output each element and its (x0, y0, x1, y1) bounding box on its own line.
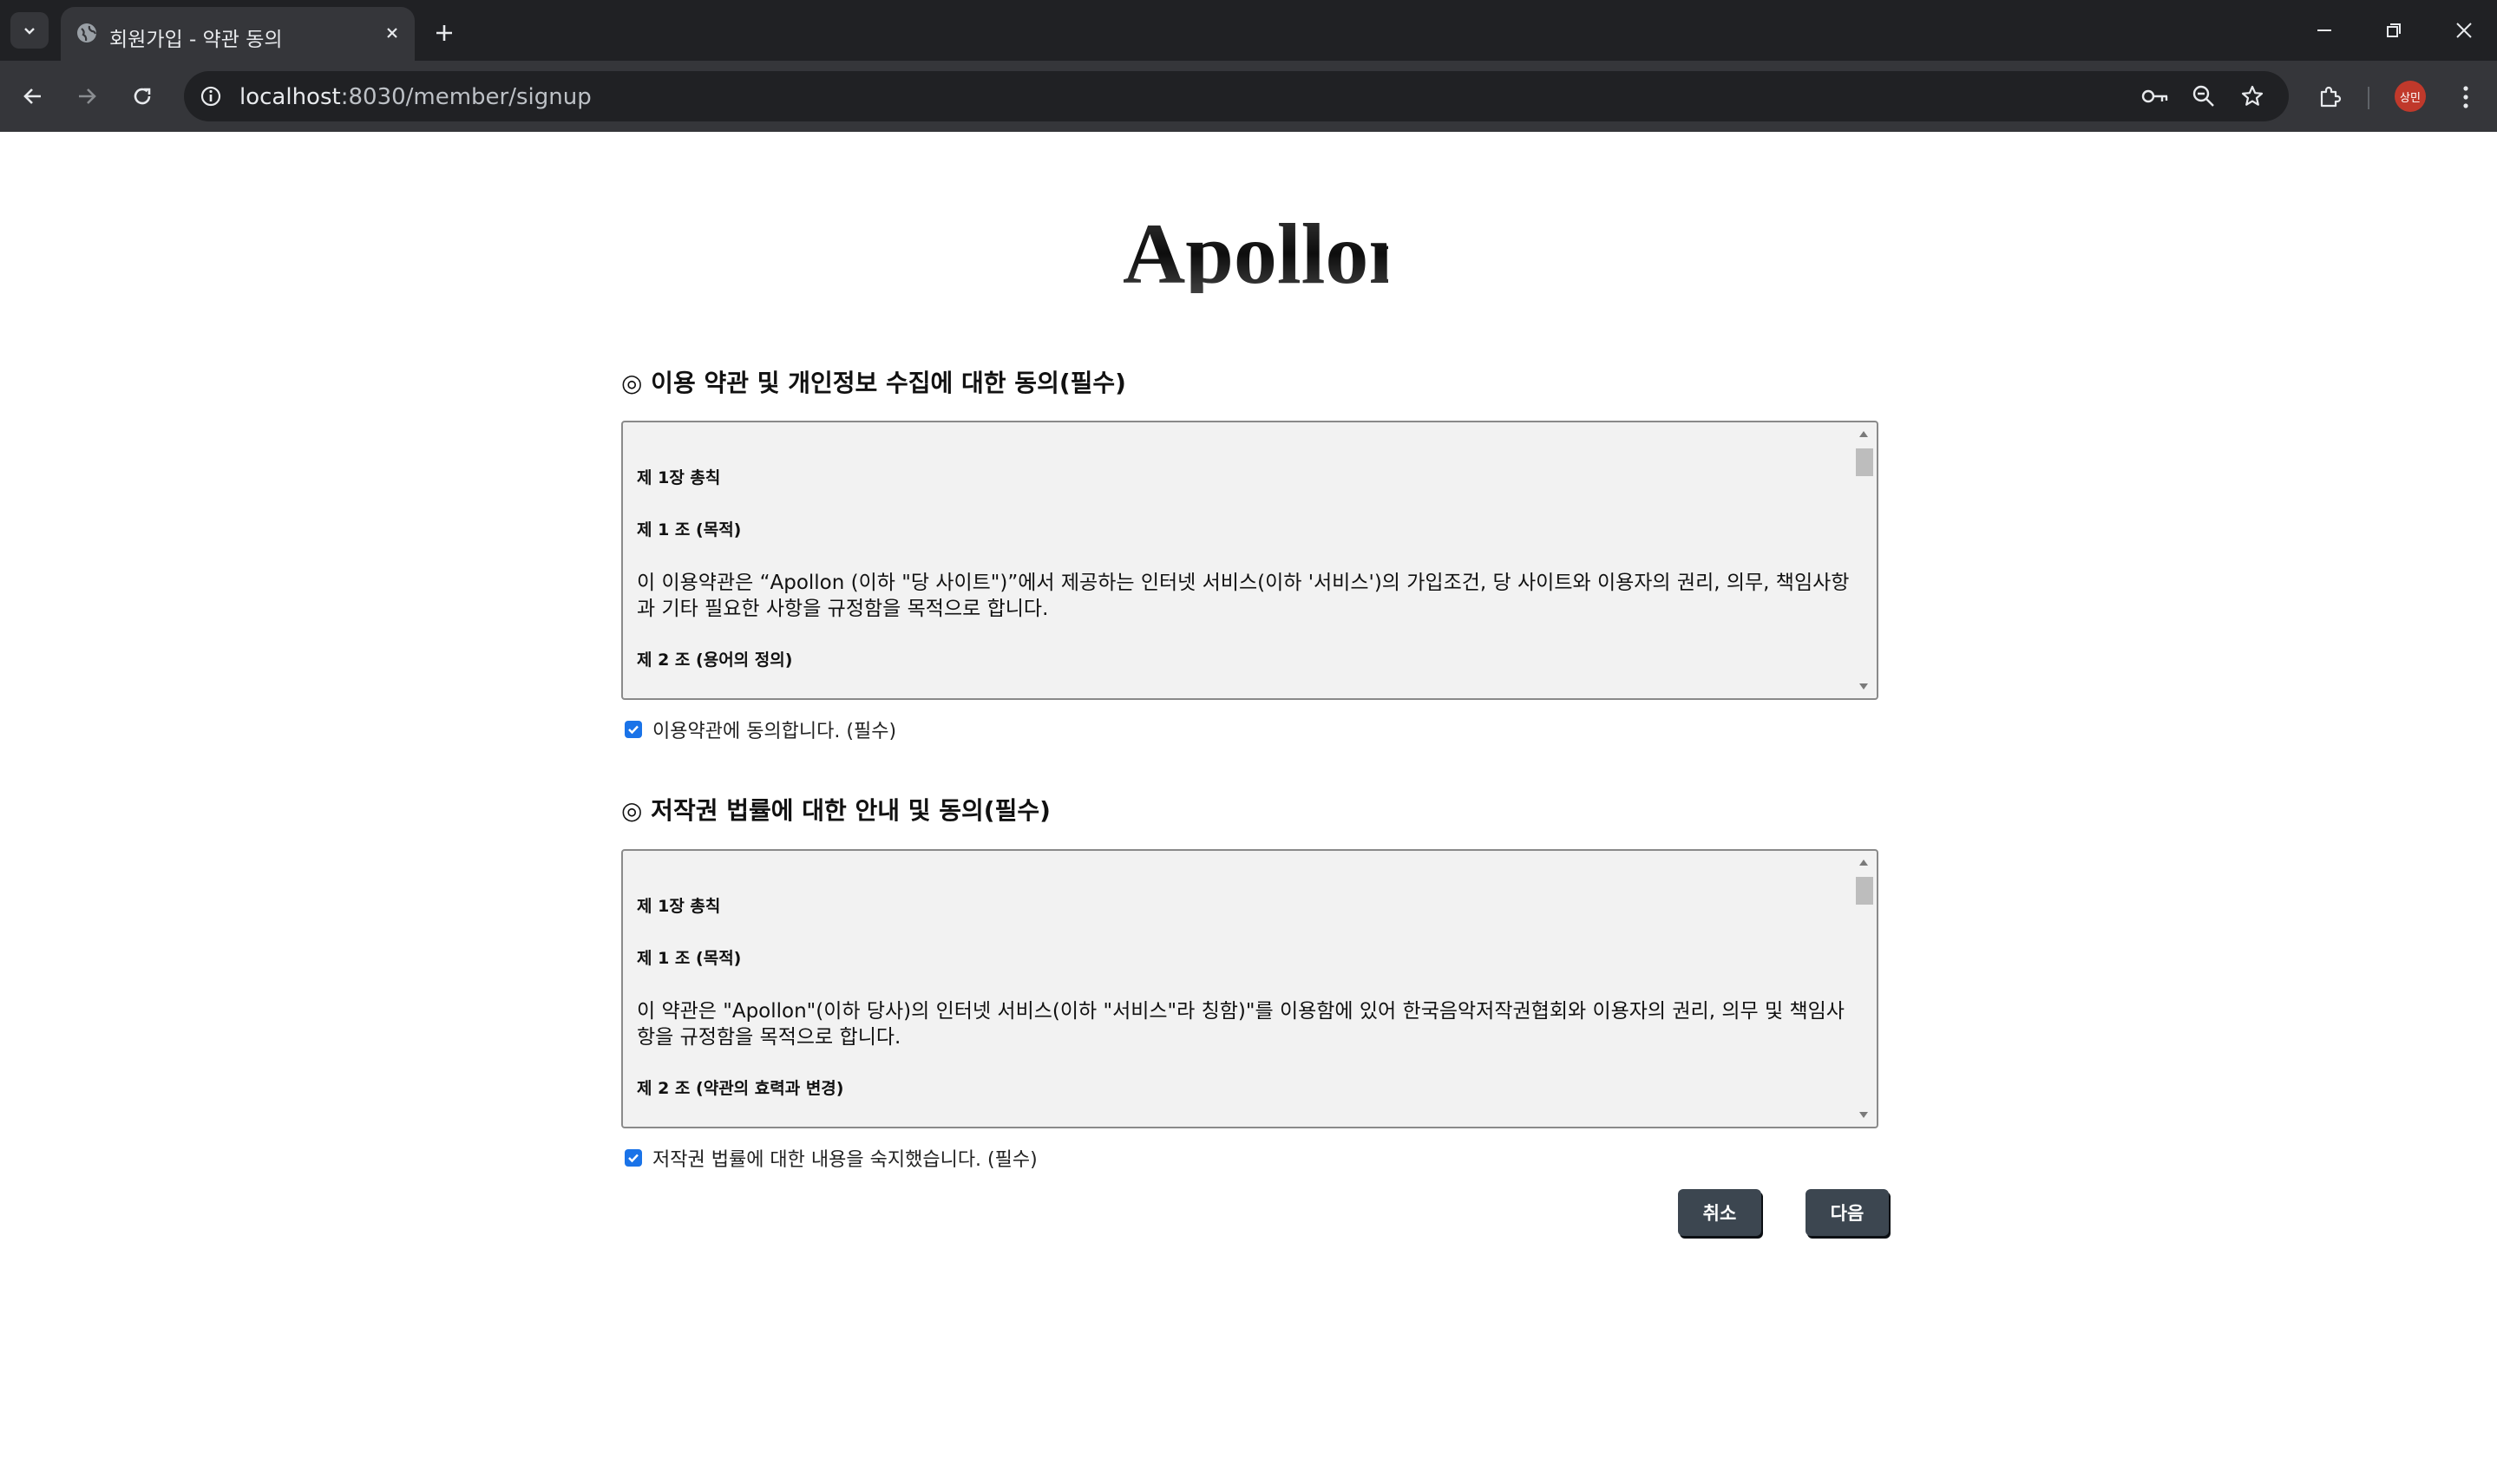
close-icon (387, 28, 397, 38)
close-icon (2456, 23, 2472, 38)
apollon-logo: Apollon (1123, 206, 1388, 293)
browser-toolbar: localhost:8030/member/signup (0, 61, 2497, 132)
tab-strip: 회원가입 - 약관 동의 (0, 0, 2497, 61)
terms-textarea[interactable]: 제 1장 총칙 제 1 조 (목적) 이 이용약관은 “Apollon (이하 … (621, 421, 1878, 700)
restore-button[interactable] (2373, 12, 2415, 49)
copyright-paragraph: 이 약관은 "Apollon"(이하 당사)의 인터넷 서비스(이하 "서비스"… (637, 1000, 1845, 1049)
extensions-button[interactable] (2310, 78, 2349, 116)
extensions-icon (2320, 86, 2342, 108)
copyright-chapter: 제 1장 총칙 (637, 897, 721, 916)
reload-icon (134, 88, 151, 105)
copyright-scrollbar[interactable] (1852, 853, 1875, 1125)
logo-text: Apollon (1123, 206, 1388, 293)
forward-arrow-icon (79, 88, 96, 104)
new-tab-button[interactable] (427, 16, 462, 50)
tab-title: 회원가입 - 약관 동의 (109, 29, 283, 51)
copyright-agree-label: 저작권 법률에 대한 내용을 숙지했습니다. (필수) (652, 1149, 1038, 1171)
copyright-article-1: 제 1 조 (목적) (637, 949, 742, 968)
plus-icon (436, 25, 452, 41)
terms-paragraph: 이 이용약관은 “Apollon (이하 "당 사이트")”에서 제공하는 인터… (637, 572, 1850, 620)
copyright-article-2: 제 2 조 (약관의 효력과 변경) (637, 1079, 844, 1098)
scroll-down-arrow-icon[interactable] (1859, 683, 1868, 690)
copyright-section-title: ◎ 저작권 법률에 대한 안내 및 동의(필수) (621, 796, 1051, 825)
terms-article-2: 제 2 조 (용어의 정의) (637, 650, 793, 670)
bookmark-star-icon (2241, 85, 2264, 106)
address-bar[interactable]: localhost:8030/member/signup (184, 71, 2289, 121)
reload-button[interactable] (121, 76, 163, 116)
back-button[interactable] (12, 76, 54, 116)
password-manager-button[interactable] (2138, 79, 2173, 114)
scroll-up-arrow-icon[interactable] (1859, 860, 1868, 866)
scroll-down-arrow-icon[interactable] (1859, 1112, 1868, 1118)
scroll-thumb[interactable] (1856, 877, 1873, 905)
terms-article-1: 제 1 조 (목적) (637, 520, 742, 539)
zoom-icon (2192, 85, 2214, 107)
active-tab[interactable]: 회원가입 - 약관 동의 (61, 7, 415, 61)
zoom-button[interactable] (2186, 79, 2221, 114)
site-info-icon (200, 86, 221, 107)
globe-icon (77, 23, 97, 42)
terms-agree-checkbox[interactable]: 이용약관에 동의합니다. (필수) (625, 716, 896, 743)
copyright-agree-checkbox[interactable]: 저작권 법률에 대한 내용을 숙지했습니다. (필수) (625, 1144, 1038, 1172)
minimize-button[interactable] (2304, 12, 2345, 49)
back-arrow-icon (23, 88, 41, 104)
cancel-button[interactable]: 취소 (1678, 1189, 1761, 1236)
url-host: localhost (239, 84, 341, 110)
url-path: :8030/member/signup (340, 84, 592, 110)
tab-search-button[interactable] (10, 12, 49, 49)
copyright-textarea[interactable]: 제 1장 총칙 제 1 조 (목적) 이 약관은 "Apollon"(이하 당사… (621, 849, 1878, 1128)
terms-content: 제 1장 총칙 제 1 조 (목적) 이 이용약관은 “Apollon (이하 … (637, 466, 1851, 672)
forward-button[interactable] (66, 76, 108, 116)
site-info-button[interactable] (193, 78, 229, 114)
close-window-button[interactable] (2443, 12, 2485, 49)
url-text: localhost:8030/member/signup (239, 84, 592, 110)
tab-close-button[interactable] (378, 19, 406, 47)
terms-scrollbar[interactable] (1852, 424, 1875, 696)
profile-avatar[interactable]: 상민 (2395, 81, 2426, 112)
minimize-icon (2317, 29, 2331, 31)
next-button[interactable]: 다음 (1806, 1189, 1889, 1236)
checkbox-checked-icon[interactable] (625, 721, 642, 738)
bookmark-button[interactable] (2235, 79, 2270, 114)
password-key-icon (2141, 89, 2168, 103)
checkbox-checked-icon[interactable] (625, 1149, 642, 1167)
copyright-content: 제 1장 총칙 제 1 조 (목적) 이 약관은 "Apollon"(이하 당사… (637, 894, 1851, 1101)
terms-chapter: 제 1장 총칙 (637, 468, 721, 487)
toolbar-separator (2368, 87, 2369, 109)
kebab-menu-icon (2463, 86, 2468, 108)
terms-section-title: ◎ 이용 약관 및 개인정보 수집에 대한 동의(필수) (621, 369, 1126, 397)
scroll-thumb[interactable] (1856, 448, 1873, 476)
restore-icon (2387, 23, 2401, 37)
scroll-up-arrow-icon[interactable] (1859, 431, 1868, 437)
chevron-down-icon (24, 28, 35, 35)
browser-menu-button[interactable] (2447, 78, 2485, 116)
terms-agree-label: 이용약관에 동의합니다. (필수) (652, 721, 897, 742)
